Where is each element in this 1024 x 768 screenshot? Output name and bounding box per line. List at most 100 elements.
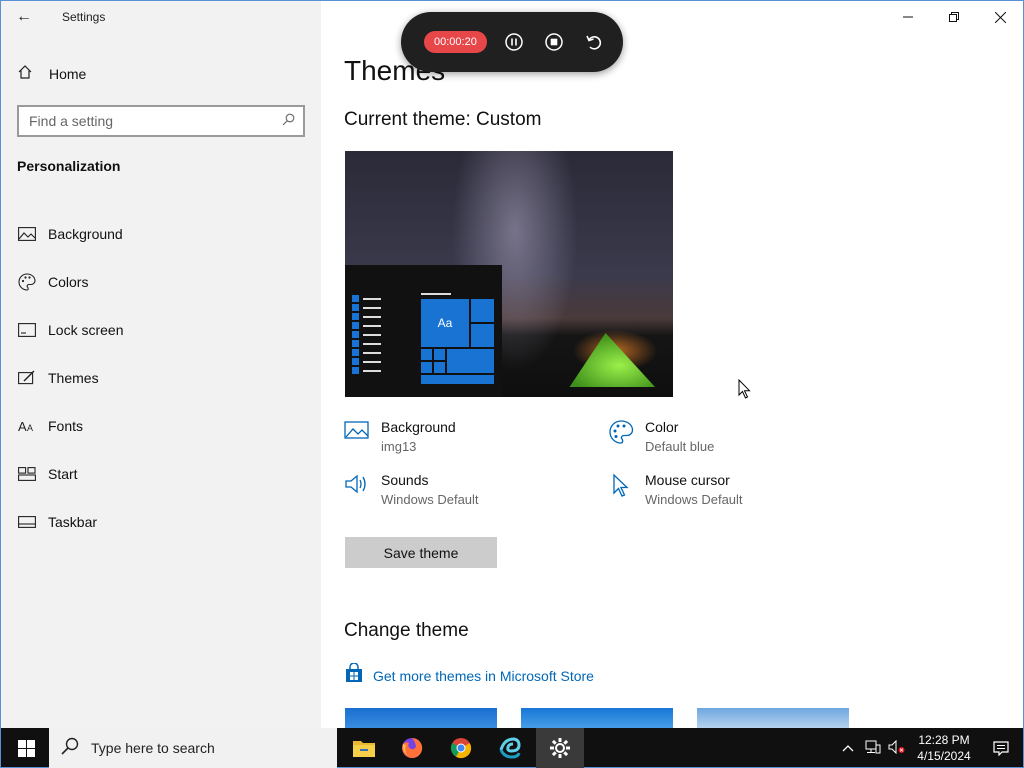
current-theme-heading: Current theme: Custom: [344, 109, 542, 130]
home-icon: [17, 64, 37, 85]
search-icon[interactable]: [282, 113, 295, 129]
notifications-icon[interactable]: [979, 740, 1023, 756]
image-icon: [344, 419, 370, 445]
pause-icon: [505, 33, 523, 51]
theme-thumbnail[interactable]: [697, 708, 849, 729]
taskbar-chrome[interactable]: [437, 728, 485, 768]
attr-color[interactable]: Color Default blue: [608, 419, 714, 454]
sidebar-item-fonts[interactable]: AA Fonts: [1, 402, 321, 450]
sidebar-item-themes[interactable]: Themes: [1, 354, 321, 402]
attr-value: img13: [381, 439, 417, 454]
attr-value: Default blue: [645, 439, 715, 454]
svg-text:A: A: [18, 419, 27, 433]
taskbar-firefox[interactable]: [388, 728, 436, 768]
cursor-icon: [608, 472, 634, 498]
theme-preview: Aa: [345, 151, 673, 397]
app-icon: [499, 737, 521, 759]
tent-image: [569, 333, 655, 387]
settings-window: ← Settings Home Personalization Backgrou…: [0, 0, 1024, 729]
themes-icon: [17, 368, 37, 388]
search-icon: [61, 737, 79, 760]
system-tray: 12:28 PM 4/15/2024: [835, 728, 1023, 768]
fonts-icon: AA: [17, 416, 37, 436]
pause-recording-button[interactable]: [501, 29, 527, 55]
attr-sounds[interactable]: Sounds Windows Default: [344, 472, 479, 507]
minimize-button[interactable]: [885, 1, 931, 33]
taskbar-clock[interactable]: 12:28 PM 4/15/2024: [909, 732, 979, 764]
sidebar-item-label: Lock screen: [48, 322, 124, 338]
sidebar-item-label: Themes: [48, 370, 99, 386]
store-link-label: Get more themes in Microsoft Store: [373, 667, 594, 684]
close-button[interactable]: [977, 1, 1023, 33]
clock-date: 4/15/2024: [917, 749, 971, 763]
sidebar-item-colors[interactable]: Colors: [1, 258, 321, 306]
settings-search-box[interactable]: [17, 105, 305, 137]
taskbar-search-placeholder: Type here to search: [91, 740, 215, 756]
taskbar-file-explorer[interactable]: [340, 728, 388, 768]
store-icon: [344, 662, 364, 688]
window-controls: [885, 1, 1023, 33]
sidebar-item-taskbar[interactable]: Taskbar: [1, 498, 321, 546]
attr-value: Windows Default: [645, 492, 743, 507]
sidebar-item-label: Fonts: [48, 418, 84, 434]
back-button[interactable]: ←: [1, 1, 47, 33]
svg-text:A: A: [27, 423, 33, 433]
restore-button[interactable]: [931, 1, 977, 33]
taskbar-icon: [17, 512, 37, 532]
network-icon[interactable]: [861, 740, 885, 757]
save-theme-button[interactable]: Save theme: [345, 537, 497, 568]
home-label: Home: [49, 66, 87, 82]
gear-icon: [550, 738, 570, 758]
attr-name: Sounds: [381, 472, 429, 488]
theme-thumbnail[interactable]: [345, 708, 497, 729]
sidebar-item-label: Taskbar: [48, 514, 98, 530]
attr-value: Windows Default: [381, 492, 479, 507]
back-arrow-icon: ←: [16, 8, 32, 25]
sidebar-item-background[interactable]: Background: [1, 210, 321, 258]
recording-timer: 00:00:20: [424, 31, 487, 53]
volume-muted-icon[interactable]: [885, 739, 909, 757]
chevron-up-icon[interactable]: [835, 741, 861, 755]
preview-tile-aa: Aa: [421, 299, 469, 347]
screen-recorder-toolbar: 00:00:20: [401, 12, 623, 72]
mouse-pointer-icon: [738, 378, 751, 404]
start-icon: [17, 464, 37, 484]
image-icon: [17, 224, 37, 244]
preview-app-list: [352, 295, 381, 376]
firefox-icon: [402, 737, 423, 758]
store-link[interactable]: Get more themes in Microsoft Store: [344, 662, 594, 688]
palette-icon: [608, 419, 634, 445]
preview-start-menu: Aa: [345, 265, 502, 397]
stop-recording-button[interactable]: [541, 29, 567, 55]
theme-thumbnail[interactable]: [521, 708, 673, 729]
attr-name: Color: [645, 419, 679, 435]
stop-icon: [545, 33, 563, 51]
attr-name: Background: [381, 419, 456, 435]
taskbar-app-generic[interactable]: [486, 728, 534, 768]
clock-time: 12:28 PM: [918, 733, 970, 747]
start-button[interactable]: [5, 728, 47, 768]
app-title: Settings: [62, 10, 106, 24]
sidebar-item-lock-screen[interactable]: Lock screen: [1, 306, 321, 354]
sidebar-item-label: Background: [48, 226, 123, 242]
change-theme-heading: Change theme: [344, 620, 469, 641]
sidebar-nav: Background Colors Lock screen Themes A A…: [1, 210, 321, 546]
sidebar-item-home[interactable]: Home: [1, 58, 321, 90]
title-bar: ← Settings: [1, 1, 321, 33]
sidebar-item-label: Start: [48, 466, 78, 482]
sidebar-item-label: Colors: [48, 274, 89, 290]
speaker-icon: [344, 472, 370, 498]
attr-name: Mouse cursor: [645, 472, 730, 488]
restart-recording-button[interactable]: [581, 29, 607, 55]
settings-search-input[interactable]: [29, 113, 282, 129]
attr-mouse-cursor[interactable]: Mouse cursor Windows Default: [608, 472, 743, 507]
palette-icon: [17, 272, 37, 292]
lock-screen-icon: [17, 320, 37, 340]
attr-background[interactable]: Background img13: [344, 419, 456, 454]
undo-icon: [586, 35, 601, 50]
taskbar-settings[interactable]: [536, 728, 584, 768]
sidebar-item-start[interactable]: Start: [1, 450, 321, 498]
folder-icon: [353, 741, 375, 757]
section-title: Personalization: [17, 158, 121, 174]
taskbar-search-box[interactable]: Type here to search: [49, 728, 337, 768]
